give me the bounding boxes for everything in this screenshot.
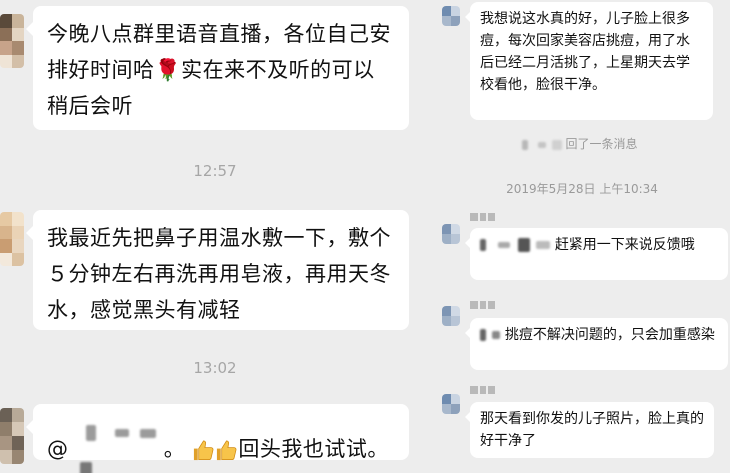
- timestamp: 12:57: [193, 162, 237, 180]
- sender-name: [470, 213, 495, 221]
- recall-notice: 回了一条消息: [522, 135, 638, 152]
- sender-avatar[interactable]: [442, 224, 460, 244]
- message-bubble[interactable]: 我想说这水真的好，儿子脸上很多痘，每次回家美容店挑痘，用了水后已经二月活挑了，上…: [465, 2, 713, 120]
- sender-avatar[interactable]: [442, 306, 460, 326]
- message-text: 赶紧用一下来说反馈哦: [554, 237, 695, 253]
- sender-name: [470, 301, 495, 309]
- message-text: 挑痘不解决问题的，只会加重感染: [504, 327, 715, 343]
- mention-name[interactable]: [76, 414, 164, 473]
- sender-avatar[interactable]: [442, 394, 460, 414]
- sender-name: [470, 386, 495, 394]
- message-bubble[interactable]: 今晚八点群里语音直播，各位自己安排好时间哈🌹实在来不及听的可以稍后会听: [26, 6, 409, 130]
- left-chat-panel: 今晚八点群里语音直播，各位自己安排好时间哈🌹实在来不及听的可以稍后会听 12:5…: [0, 0, 430, 473]
- message-bubble[interactable]: 那天看到你发的儿子照片，脸上真的好干净了: [465, 402, 714, 458]
- date-separator: 2019年5月28日 上午10:34: [506, 182, 658, 196]
- thumbs-up-icon: [217, 440, 237, 460]
- thumbs-up-icon: [194, 440, 214, 460]
- mention-name: [480, 237, 555, 253]
- timestamp: 13:02: [193, 359, 237, 377]
- message-bubble[interactable]: 挑痘不解决问题的，只会加重感染: [465, 318, 728, 370]
- message-text: 回头我也试试。: [238, 437, 389, 461]
- message-text: 今晚八点群里语音直播，各位自己安排好时间哈🌹实在来不及听的可以稍后会听: [47, 22, 391, 118]
- message-text: 我最近先把鼻子用温水敷一下，敷个５分钟左右再洗再用皂液，再用天冬水，感觉黑头有减…: [47, 226, 391, 322]
- message-bubble[interactable]: @ 。 回头我也试试。: [26, 404, 409, 473]
- message-text: 我想说这水真的好，儿子脸上很多痘，每次回家美容店挑痘，用了水后已经二月活挑了，上…: [480, 11, 690, 93]
- recall-text: 回了一条消息: [565, 137, 638, 151]
- sender-avatar[interactable]: [0, 212, 24, 266]
- mention-prefix: @: [47, 437, 69, 461]
- message-bubble[interactable]: 赶紧用一下来说反馈哦: [465, 228, 728, 280]
- message-text: 。: [163, 437, 186, 461]
- sender-avatar[interactable]: [0, 408, 24, 464]
- message-bubble[interactable]: 我最近先把鼻子用温水敷一下，敷个５分钟左右再洗再用皂液，再用天冬水，感觉黑头有减…: [26, 210, 409, 330]
- sender-avatar[interactable]: [442, 6, 460, 26]
- message-text: 那天看到你发的儿子照片，脸上真的好干净了: [480, 411, 704, 449]
- mention-name: [480, 327, 505, 343]
- sender-avatar[interactable]: [0, 14, 24, 68]
- right-chat-panel: 我想说这水真的好，儿子脸上很多痘，每次回家美容店挑痘，用了水后已经二月活挑了，上…: [430, 0, 730, 473]
